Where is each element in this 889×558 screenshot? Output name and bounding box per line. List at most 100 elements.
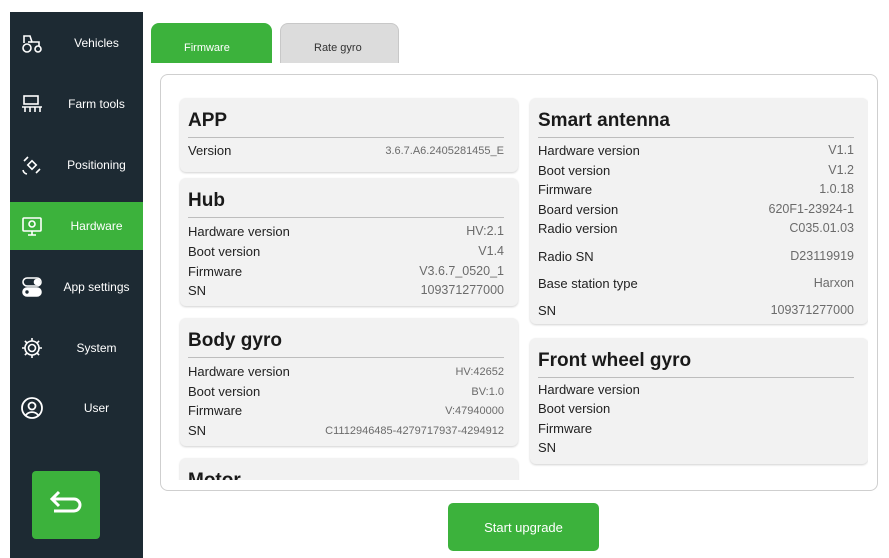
card-title: APP bbox=[188, 110, 228, 131]
info-row: SN bbox=[538, 440, 854, 458]
tractor-icon bbox=[18, 29, 46, 57]
sidebar-item-farm-tools[interactable]: Farm tools bbox=[10, 80, 143, 128]
info-row: Board version 620F1-23924-1 bbox=[538, 202, 854, 220]
divider bbox=[188, 357, 504, 358]
toggle-icon bbox=[18, 273, 46, 301]
row-value: 3.6.7.A6.2405281455_E bbox=[385, 145, 504, 157]
sidebar-item-label: User bbox=[83, 401, 110, 415]
row-value: V1.4 bbox=[478, 244, 504, 258]
info-row: Hardware version HV:42652 bbox=[188, 364, 504, 382]
row-key: Version bbox=[188, 143, 232, 158]
row-key: Radio SN bbox=[538, 249, 594, 264]
sidebar-item-user[interactable]: User bbox=[10, 384, 143, 432]
user-icon bbox=[18, 394, 46, 422]
sidebar-item-label: Farm tools bbox=[68, 97, 125, 111]
info-row: Boot version BV:1.0 bbox=[188, 384, 504, 402]
row-value: HV:42652 bbox=[455, 366, 504, 378]
back-button[interactable] bbox=[32, 471, 100, 539]
row-key: Boot version bbox=[188, 244, 261, 259]
row-value: 1.0.18 bbox=[819, 182, 854, 196]
row-value: V1.1 bbox=[828, 143, 854, 157]
tab-rate-gyro[interactable]: Rate gyro bbox=[280, 23, 399, 63]
card-title: Hub bbox=[188, 190, 225, 211]
info-row: Firmware bbox=[538, 421, 854, 439]
row-key: SN bbox=[538, 303, 557, 318]
info-row: SN C1112946485-4279717937-4294912 bbox=[188, 423, 504, 441]
divider bbox=[538, 377, 854, 378]
sidebar-item-label: System bbox=[76, 341, 117, 355]
card-front-wheel-gyro: Front wheel gyro Hardware version Boot v… bbox=[530, 338, 868, 464]
row-value: C035.01.03 bbox=[789, 221, 854, 235]
row-value: V1.2 bbox=[828, 163, 854, 177]
row-key: Firmware bbox=[188, 264, 243, 279]
row-key: Hardware version bbox=[538, 382, 640, 397]
card-title: Smart antenna bbox=[538, 110, 670, 131]
row-key: Boot version bbox=[188, 384, 261, 399]
card-title: Motor bbox=[188, 470, 241, 480]
row-key: Firmware bbox=[188, 403, 243, 418]
row-value: V:47940000 bbox=[445, 405, 504, 417]
firmware-scroll-area[interactable]: APP Version 3.6.7.A6.2405281455_E Hub Ha… bbox=[168, 88, 868, 480]
info-row: Radio version C035.01.03 bbox=[538, 221, 854, 239]
row-key: Board version bbox=[538, 202, 619, 217]
info-row: Firmware 1.0.18 bbox=[538, 182, 854, 200]
monitor-icon bbox=[18, 212, 46, 240]
info-row: SN 109371277000 bbox=[538, 303, 854, 321]
sidebar-item-system[interactable]: System bbox=[10, 324, 143, 372]
row-value: Harxon bbox=[813, 276, 854, 290]
start-upgrade-button[interactable]: Start upgrade bbox=[448, 503, 599, 551]
info-row: Hardware version bbox=[538, 382, 854, 400]
row-value: BV:1.0 bbox=[471, 386, 504, 398]
row-value: C1112946485-4279717937-4294912 bbox=[325, 425, 504, 437]
card-title: Front wheel gyro bbox=[538, 350, 692, 371]
sidebar-item-positioning[interactable]: Positioning bbox=[10, 141, 143, 189]
card-app: APP Version 3.6.7.A6.2405281455_E bbox=[180, 98, 518, 172]
gear-icon bbox=[18, 334, 46, 362]
row-key: Base station type bbox=[538, 276, 638, 291]
sidebar-item-app-settings[interactable]: App settings bbox=[10, 263, 143, 311]
row-key: Hardware version bbox=[188, 364, 290, 379]
divider bbox=[188, 137, 504, 138]
sidebar-item-vehicles[interactable]: Vehicles bbox=[10, 19, 143, 67]
satellite-icon bbox=[18, 151, 46, 179]
info-row: Base station type Harxon bbox=[538, 276, 854, 294]
farm-tool-icon bbox=[18, 90, 46, 118]
row-value: HV:2.1 bbox=[466, 224, 504, 238]
sidebar-item-label: Positioning bbox=[67, 158, 126, 172]
info-row: Boot version V1.4 bbox=[188, 244, 504, 262]
sidebar-item-label: Hardware bbox=[70, 219, 123, 233]
info-row: Radio SN D23119919 bbox=[538, 249, 854, 267]
row-key: Radio version bbox=[538, 221, 618, 236]
sidebar-item-hardware[interactable]: Hardware bbox=[10, 202, 143, 250]
info-row: Boot version bbox=[538, 401, 854, 419]
card-body-gyro: Body gyro Hardware version HV:42652 Boot… bbox=[180, 318, 518, 446]
info-row: Boot version V1.2 bbox=[538, 163, 854, 181]
divider bbox=[188, 217, 504, 218]
row-key: SN bbox=[538, 440, 557, 455]
row-value: V3.6.7_0520_1 bbox=[419, 264, 504, 278]
card-motor: Motor bbox=[180, 458, 518, 480]
info-row: Hardware version V1.1 bbox=[538, 143, 854, 161]
row-value: 109371277000 bbox=[420, 283, 504, 297]
row-key: Firmware bbox=[538, 182, 593, 197]
card-hub: Hub Hardware version HV:2.1 Boot version… bbox=[180, 178, 518, 306]
row-value: 109371277000 bbox=[770, 303, 854, 317]
back-arrow-icon bbox=[48, 489, 84, 522]
info-row: Hardware version HV:2.1 bbox=[188, 224, 504, 242]
row-key: Hardware version bbox=[538, 143, 640, 158]
row-key: SN bbox=[188, 423, 207, 438]
info-row: Firmware V:47940000 bbox=[188, 403, 504, 421]
card-smart-antenna: Smart antenna Hardware version V1.1 Boot… bbox=[530, 98, 868, 324]
row-value: 620F1-23924-1 bbox=[768, 202, 854, 216]
row-key: Hardware version bbox=[188, 224, 290, 239]
row-key: Firmware bbox=[538, 421, 593, 436]
info-row: Firmware V3.6.7_0520_1 bbox=[188, 264, 504, 282]
row-value: D23119919 bbox=[790, 249, 854, 263]
info-row: Version 3.6.7.A6.2405281455_E bbox=[188, 143, 504, 161]
app-frame: Vehicles Farm tools Positioning Hardware… bbox=[0, 0, 889, 558]
row-key: Boot version bbox=[538, 401, 611, 416]
sidebar-item-label: App settings bbox=[63, 280, 130, 294]
tab-firmware[interactable]: Firmware bbox=[151, 23, 272, 63]
info-row: SN 109371277000 bbox=[188, 283, 504, 301]
row-key: Boot version bbox=[538, 163, 611, 178]
